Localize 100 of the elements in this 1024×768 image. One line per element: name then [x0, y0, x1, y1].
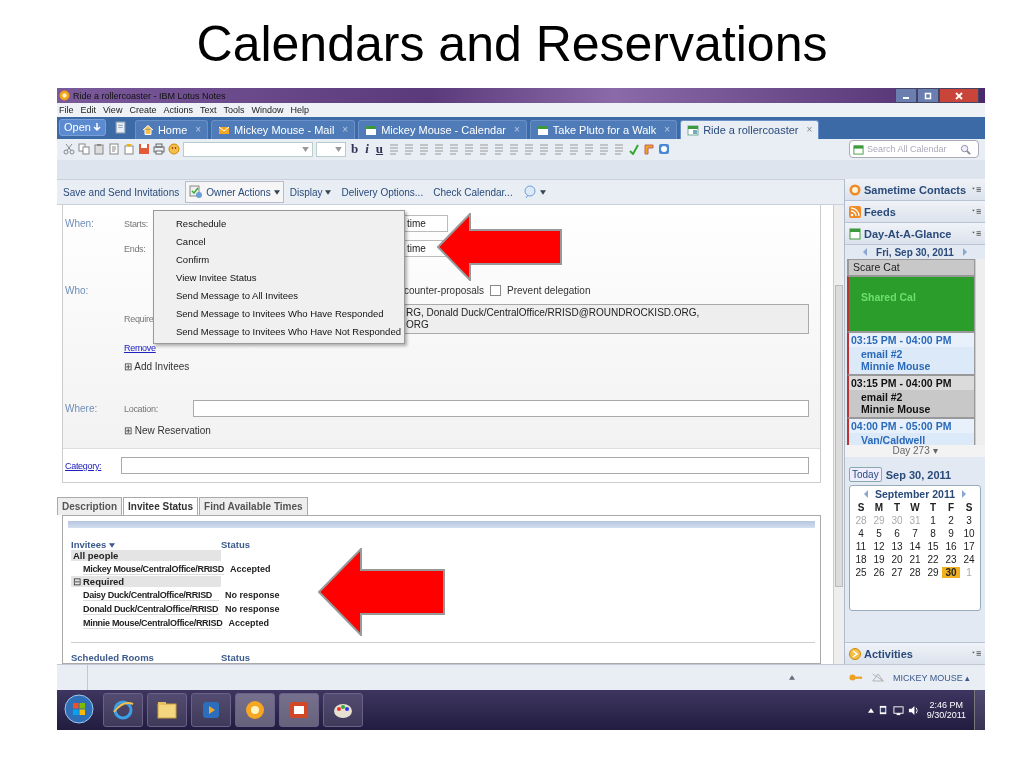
- calendar-day[interactable]: 22: [924, 554, 942, 566]
- menu-item[interactable]: Edit: [80, 104, 97, 115]
- menu-item[interactable]: Help: [290, 104, 309, 115]
- action-button[interactable]: Save and Send Invitations: [59, 181, 184, 204]
- paragraph-format-icon[interactable]: [403, 143, 416, 156]
- calendar-day[interactable]: 2: [942, 515, 960, 527]
- format-button[interactable]: i: [363, 141, 371, 158]
- format-button[interactable]: b: [349, 141, 361, 158]
- paragraph-format-icon[interactable]: [463, 143, 476, 156]
- tab[interactable]: Mickey Mouse - Calendar ×: [358, 119, 527, 139]
- save-icon[interactable]: [138, 143, 150, 156]
- menu-item[interactable]: View Invitee Status: [176, 269, 404, 287]
- group-row[interactable]: ⊟ Required: [71, 576, 221, 588]
- day-number[interactable]: Day 273 ▾: [845, 445, 985, 458]
- paragraph-format-icon[interactable]: [553, 143, 566, 156]
- calendar-entry[interactable]: 03:15 PM - 04:00 PM email #2 Minnie Mouse: [847, 332, 975, 376]
- minimize-button[interactable]: [895, 88, 917, 103]
- calendar-day[interactable]: 19: [870, 554, 888, 566]
- action-button[interactable]: Check Calendar...: [429, 181, 517, 204]
- start-time-field[interactable]: time: [404, 215, 448, 233]
- caret-up-icon[interactable]: [867, 707, 874, 713]
- add-invitees-link[interactable]: ⊞ Add Invitees: [124, 361, 190, 373]
- scrollbar[interactable]: [833, 205, 844, 665]
- previous-month-arrow-icon[interactable]: [863, 489, 869, 500]
- calendar-day[interactable]: 25: [852, 567, 870, 579]
- calendar-day[interactable]: 12: [870, 541, 888, 553]
- new-item-icon[interactable]: [123, 143, 135, 156]
- menu-item[interactable]: Text: [199, 104, 217, 115]
- folder-taskbar-button[interactable]: [147, 693, 187, 727]
- close-button[interactable]: [939, 88, 979, 103]
- format-button[interactable]: u: [373, 141, 386, 158]
- paint-taskbar-button[interactable]: [323, 693, 363, 727]
- calendar-day[interactable]: 15: [924, 541, 942, 553]
- calendar-day[interactable]: 24: [960, 554, 978, 566]
- action-button[interactable]: Owner Actions: [185, 181, 284, 204]
- calendar-day[interactable]: 27: [888, 567, 906, 579]
- paste-icon[interactable]: [93, 143, 105, 156]
- open-button[interactable]: Open: [59, 118, 106, 136]
- key-icon[interactable]: [849, 673, 863, 683]
- show-desktop-button[interactable]: [974, 690, 985, 730]
- menu-item[interactable]: Actions: [163, 104, 193, 115]
- print-icon[interactable]: [153, 143, 165, 156]
- browser-taskbar-button[interactable]: [103, 693, 143, 727]
- sidebar-panel-header[interactable]: Day-At-A-Glance: [845, 223, 985, 246]
- category-field[interactable]: [121, 457, 809, 475]
- calendar-day[interactable]: 6: [888, 528, 906, 540]
- calendar-entry[interactable]: 04:00 PM - 05:00 PM Van/Caldwell: [847, 418, 975, 446]
- search-field[interactable]: Search All Calendar: [867, 144, 957, 155]
- offline-icon[interactable]: [871, 673, 885, 683]
- search-box[interactable]: Search All Calendar: [849, 140, 979, 159]
- copy-icon[interactable]: [78, 143, 90, 156]
- scissors-icon[interactable]: [63, 143, 75, 156]
- paragraph-format-icon[interactable]: [523, 143, 536, 156]
- new-reservation-link[interactable]: ⊞ New Reservation: [124, 425, 211, 437]
- calendar-day[interactable]: 16: [942, 541, 960, 553]
- calendar-day[interactable]: 29: [924, 567, 942, 579]
- paragraph-format-icon[interactable]: [598, 143, 611, 156]
- calendar-day[interactable]: 9: [942, 528, 960, 540]
- paragraph-format-icon[interactable]: [433, 143, 446, 156]
- calendar-day[interactable]: 20: [888, 554, 906, 566]
- panel-menu-icon[interactable]: [972, 230, 981, 238]
- start-button[interactable]: [63, 694, 95, 726]
- calendar-day[interactable]: 17: [960, 541, 978, 553]
- menu-item[interactable]: Window: [251, 104, 284, 115]
- clock-time[interactable]: 2:46 PM: [929, 700, 964, 710]
- tab[interactable]: Description: [57, 497, 122, 516]
- paragraph-format-icon[interactable]: [388, 143, 401, 156]
- sidebar-panel-header[interactable]: Activities: [845, 642, 985, 665]
- border-icon[interactable]: [643, 143, 656, 156]
- calendar-icon[interactable]: [853, 143, 864, 155]
- calendar-day[interactable]: 18: [852, 554, 870, 566]
- column-header[interactable]: Invitees: [71, 539, 221, 551]
- page-icon[interactable]: [113, 120, 127, 134]
- calendar-day[interactable]: 1: [924, 515, 942, 527]
- checkbox[interactable]: [490, 285, 502, 297]
- paragraph-format-icon[interactable]: [568, 143, 581, 156]
- paragraph-format-icon[interactable]: [448, 143, 461, 156]
- paragraph-format-icon[interactable]: [613, 143, 626, 156]
- calendar-day[interactable]: 28: [906, 567, 924, 579]
- menu-item[interactable]: File: [59, 104, 74, 115]
- previous-day-arrow-icon[interactable]: [862, 247, 869, 258]
- paragraph-format-icon[interactable]: [583, 143, 596, 156]
- calendar-day[interactable]: 10: [960, 528, 978, 540]
- document-icon[interactable]: [108, 143, 120, 156]
- calendar-day[interactable]: 5: [870, 528, 888, 540]
- paragraph-format-icon[interactable]: [418, 143, 431, 156]
- menu-item[interactable]: View: [103, 104, 123, 115]
- speaker-icon[interactable]: [907, 704, 919, 716]
- paragraph-format-icon[interactable]: [508, 143, 521, 156]
- tab[interactable]: Ride a rollercoaster ×: [680, 119, 820, 139]
- calendar-day[interactable]: 3: [960, 515, 978, 527]
- calendar-entry[interactable]: 03:15 PM - 04:00 PM email #2 Minnie Mouse: [847, 375, 975, 419]
- today-button[interactable]: Today: [849, 467, 882, 483]
- clock-date[interactable]: 9/30/2011: [926, 710, 966, 720]
- tab[interactable]: Find Available Times: [199, 497, 308, 516]
- calendar-day[interactable]: 21: [906, 554, 924, 566]
- tab[interactable]: Take Pluto for a Walk ×: [529, 119, 678, 139]
- action-button[interactable]: Display: [285, 181, 336, 204]
- action-button[interactable]: Delivery Options...: [337, 181, 428, 204]
- next-month-arrow-icon[interactable]: [961, 489, 967, 500]
